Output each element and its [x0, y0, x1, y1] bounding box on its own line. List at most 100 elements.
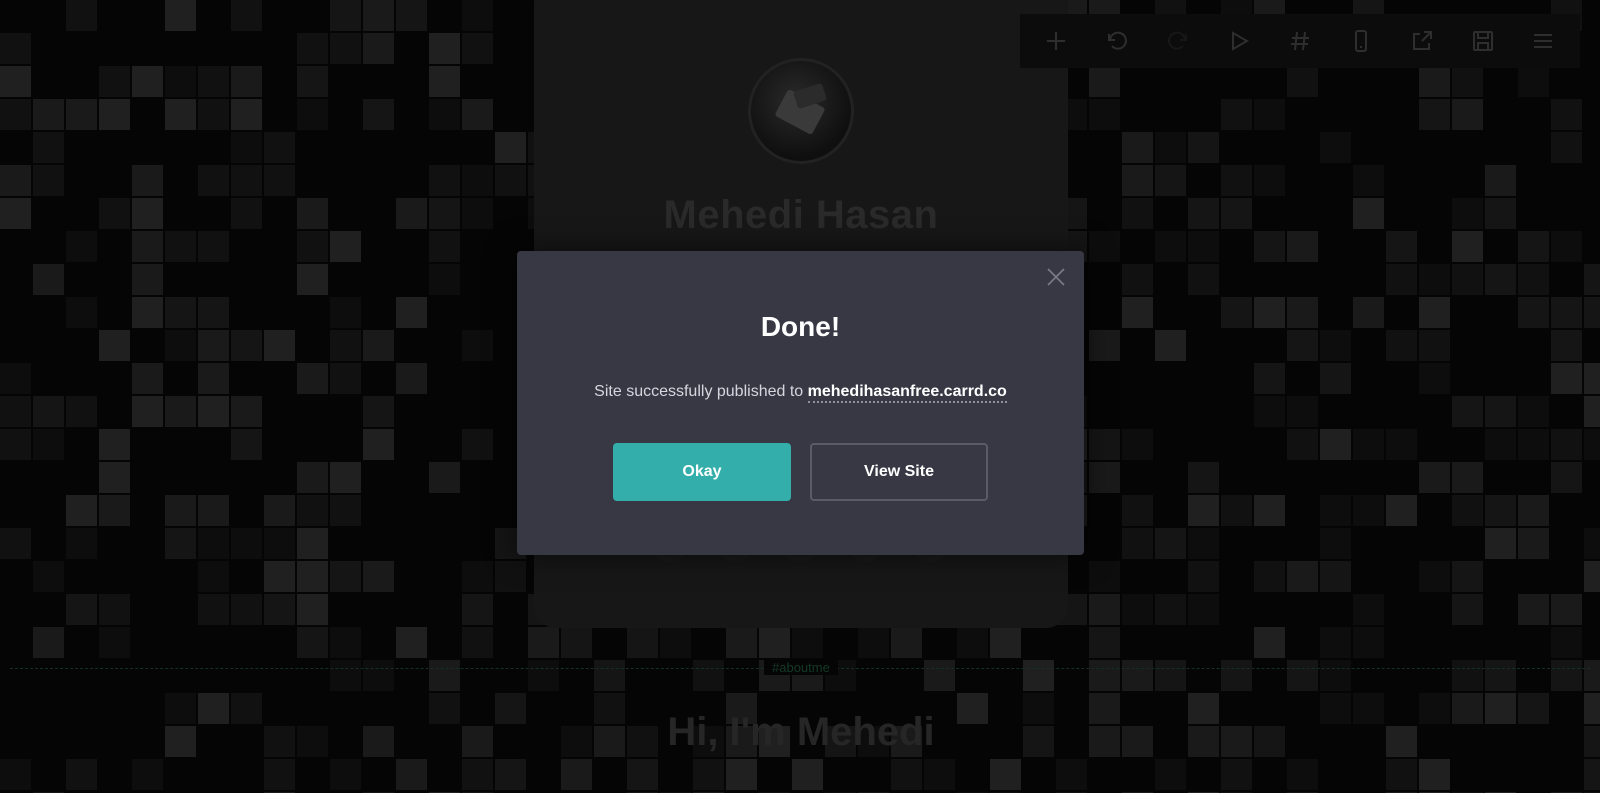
background-tile: [1518, 429, 1549, 460]
close-button[interactable]: [1044, 265, 1068, 289]
background-tile: [264, 132, 295, 163]
background-tile: [1122, 495, 1153, 526]
background-tile: [0, 66, 31, 97]
background-tile: [1485, 693, 1516, 724]
background-tile: [1287, 231, 1318, 262]
background-tile: [1188, 726, 1219, 757]
background-tile: [1353, 495, 1384, 526]
background-tile: [924, 660, 955, 691]
add-button[interactable]: [1036, 21, 1076, 61]
sections-button[interactable]: [1280, 21, 1320, 61]
background-tile: [1155, 759, 1186, 790]
background-tile: [0, 429, 31, 460]
background-tile: [528, 660, 559, 691]
redo-button[interactable]: [1158, 21, 1198, 61]
background-tile: [1089, 726, 1120, 757]
background-tile: [1485, 198, 1516, 229]
undo-icon: [1108, 31, 1128, 50]
background-tile: [0, 99, 31, 130]
background-tile: [231, 66, 262, 97]
background-tile: [1254, 726, 1285, 757]
background-tile: [1419, 759, 1450, 790]
background-tile: [198, 396, 229, 427]
background-tile: [132, 297, 163, 328]
background-tile: [330, 297, 361, 328]
background-tile: [132, 363, 163, 394]
background-tile: [1320, 627, 1351, 658]
background-tile: [66, 0, 97, 31]
undo-button[interactable]: [1097, 21, 1137, 61]
background-tile: [165, 99, 196, 130]
preview-button[interactable]: [1219, 21, 1259, 61]
background-tile: [165, 693, 196, 724]
background-tile: [495, 693, 526, 724]
okay-button[interactable]: Okay: [613, 443, 791, 501]
background-tile: [1386, 231, 1417, 262]
background-tile: [1287, 660, 1318, 691]
background-tile: [1551, 132, 1582, 163]
background-tile: [1584, 660, 1600, 691]
background-tile: [0, 363, 31, 394]
background-tile: [297, 231, 328, 262]
background-tile: [1551, 660, 1582, 691]
background-tile: [891, 759, 922, 790]
background-tile: [264, 330, 295, 361]
background-tile: [1287, 759, 1318, 790]
background-tile: [297, 198, 328, 229]
background-tile: [330, 0, 361, 31]
background-tile: [627, 627, 658, 658]
background-tile: [429, 66, 460, 97]
redo-icon: [1168, 31, 1188, 50]
background-tile: [396, 297, 427, 328]
background-tile: [990, 759, 1021, 790]
background-tile: [297, 99, 328, 130]
background-tile: [1518, 396, 1549, 427]
background-tile: [99, 198, 130, 229]
background-tile: [1419, 561, 1450, 592]
publish-button[interactable]: [1402, 21, 1442, 61]
section-tag: #aboutme: [764, 660, 838, 675]
background-tile: [792, 627, 823, 658]
published-site-link[interactable]: mehedihasanfree.carrd.co: [807, 383, 1007, 403]
background-tile: [1089, 561, 1120, 592]
background-tile: [1089, 429, 1120, 460]
background-tile: [165, 66, 196, 97]
background-tile: [1188, 495, 1219, 526]
background-tile: [759, 627, 790, 658]
background-tile: [1551, 429, 1582, 460]
view-site-button[interactable]: View Site: [810, 443, 988, 501]
background-tile: [1518, 594, 1549, 625]
background-tile: [198, 594, 229, 625]
background-tile: [363, 726, 394, 757]
background-tile: [693, 660, 724, 691]
background-tile: [1287, 396, 1318, 427]
background-tile: [429, 660, 460, 691]
background-tile: [1353, 429, 1384, 460]
background-tile: [1419, 363, 1450, 394]
background-tile: [1584, 561, 1600, 592]
background-tile: [231, 165, 262, 196]
save-button[interactable]: [1463, 21, 1503, 61]
background-tile: [1419, 99, 1450, 130]
background-tile: [1089, 231, 1120, 262]
background-tile: [0, 396, 31, 427]
background-tile: [1122, 264, 1153, 295]
background-tile: [33, 165, 64, 196]
background-tile: [396, 363, 427, 394]
background-tile: [1584, 726, 1600, 757]
save-icon: [1472, 31, 1493, 51]
background-tile: [33, 132, 64, 163]
background-tile: [330, 495, 361, 526]
mobile-view-button[interactable]: [1341, 21, 1381, 61]
background-tile: [1122, 132, 1153, 163]
play-icon: [1232, 31, 1250, 51]
background-tile: [66, 594, 97, 625]
menu-button[interactable]: [1523, 21, 1563, 61]
background-tile: [1353, 297, 1384, 328]
background-tile: [1551, 594, 1582, 625]
background-tile: [1254, 495, 1285, 526]
background-tile: [1089, 462, 1120, 493]
background-tile: [297, 495, 328, 526]
background-tile: [1056, 759, 1087, 790]
publish-success-dialog: Done! Site successfully published to meh…: [517, 251, 1084, 555]
